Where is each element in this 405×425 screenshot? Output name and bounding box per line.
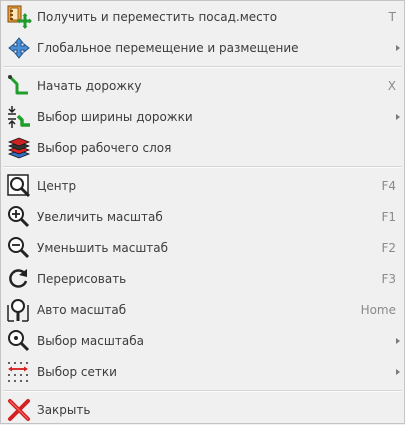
zoom-fit-icon [6,297,32,323]
menu-item-label: Центр [37,178,77,193]
menu-item-label: Глобальное перемещение и размещение [37,40,299,55]
menu-item-label: Выбор рабочего слоя [37,140,172,155]
menu-item-shortcut: F3 [381,271,396,286]
menu-separator [3,66,402,68]
menu-item-shortcut: F4 [381,178,396,193]
menu-item-global-move-place[interactable]: Глобальное перемещение и размещение [1,32,404,63]
move-arrows-icon [6,35,32,61]
grid-icon [6,359,32,385]
menu-item-label: Выбор ширины дорожки [37,109,193,124]
menu-item-label: Уменьшить масштаб [37,240,169,255]
menu-item-label: Выбор сетки [37,364,117,379]
menu-item-label: Авто масштаб [37,302,127,317]
zoom-center-icon [6,173,32,199]
menu-item-select-layer[interactable]: Выбор рабочего слоя [1,132,404,163]
menu-item-get-move-footprint[interactable]: Получить и переместить посад.место T [1,1,404,32]
menu-item-zoom-auto[interactable]: Авто масштаб Home [1,294,404,325]
submenu-arrow-icon [396,113,400,120]
submenu-arrow-icon [396,337,400,344]
menu-item-track-width[interactable]: Выбор ширины дорожки [1,101,404,132]
menu-item-start-track[interactable]: Начать дорожку X [1,70,404,101]
layers-icon [6,135,32,161]
zoom-out-icon [6,235,32,261]
menu-item-shortcut: F2 [381,240,396,255]
menu-item-zoom-in[interactable]: Увеличить масштаб F1 [1,201,404,232]
close-icon [6,397,32,423]
menu-item-shortcut: F1 [381,209,396,224]
submenu-arrow-icon [396,44,400,51]
menu-separator [3,390,402,392]
menu-item-redraw[interactable]: Перерисовать F3 [1,263,404,294]
zoom-select-icon [6,328,32,354]
menu-item-grid-select[interactable]: Выбор сетки [1,356,404,387]
menu-item-zoom-out[interactable]: Уменьшить масштаб F2 [1,232,404,263]
menu-item-label: Закрыть [37,402,91,417]
get-footprint-icon [6,4,32,30]
menu-item-shortcut: T [388,9,396,24]
track-icon [6,73,32,99]
menu-item-shortcut: Home [360,302,396,317]
submenu-arrow-icon [396,368,400,375]
track-width-icon [6,104,32,130]
menu-item-label: Получить и переместить посад.место [37,9,278,24]
menu-separator [3,166,402,168]
menu-item-close[interactable]: Закрыть [1,394,404,425]
context-menu: Получить и переместить посад.место T Гло… [0,0,405,424]
menu-item-shortcut: X [387,78,396,93]
menu-item-center[interactable]: Центр F4 [1,170,404,201]
menu-item-zoom-select[interactable]: Выбор масштаба [1,325,404,356]
menu-item-label: Выбор масштаба [37,333,144,348]
menu-item-label: Увеличить масштаб [37,209,163,224]
zoom-in-icon [6,204,32,230]
redraw-icon [6,266,32,292]
menu-item-label: Начать дорожку [37,78,142,93]
menu-item-label: Перерисовать [37,271,127,286]
